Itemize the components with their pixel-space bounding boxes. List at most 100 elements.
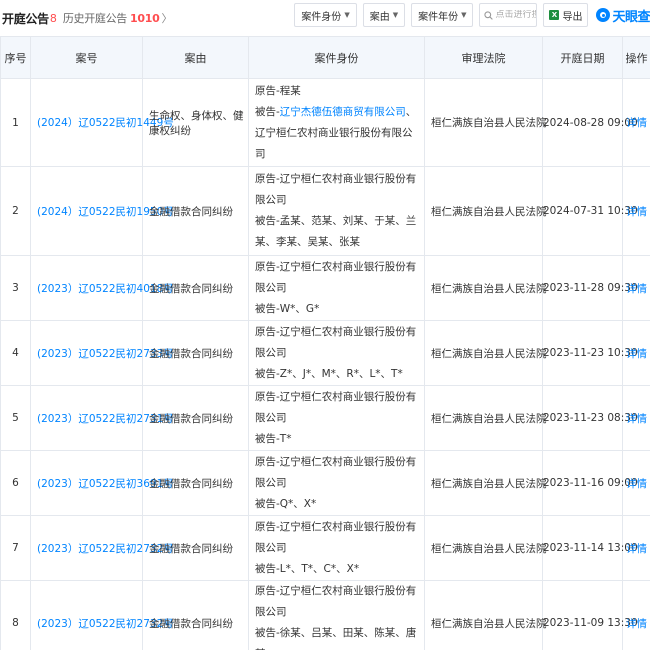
col-header-action: 操作 [622, 36, 650, 79]
logo: 天眼查 [596, 6, 650, 25]
row-index: 6 [0, 450, 31, 516]
col-header-cause: 案由 [142, 36, 249, 79]
hearing-date: 2023-11-23 08:30 [542, 385, 638, 451]
defendant: 被告-Z*、J*、M*、R*、L*、T* [255, 364, 418, 385]
case-parties: 原告-程某 被告-辽宁杰德伍德商贸有限公司、辽宁桓仁农村商业银行股份有限公司 [248, 78, 425, 167]
search-box[interactable] [479, 3, 538, 27]
col-header-case-role: 案件身份 [248, 36, 425, 79]
row-index: 2 [0, 166, 31, 256]
defendant-prefix: 被告- [255, 562, 280, 575]
search-icon [484, 10, 494, 20]
page-title: 开庭公告 [2, 11, 49, 26]
row-index: 7 [0, 515, 31, 581]
defendant-rest: W*、G* [279, 302, 320, 315]
plaintiff: 原告-辽宁桓仁农村商业银行股份有限公司 [255, 260, 417, 294]
detail-link[interactable]: 详情 [622, 385, 650, 451]
history-count: 1010 [130, 12, 160, 25]
filter-case-role-label: 案件身份 [301, 11, 342, 23]
court-name: 桓仁满族自治县人民法院 [424, 255, 547, 321]
defendant-rest: Q*、X* [279, 497, 317, 510]
court-name: 桓仁满族自治县人民法院 [424, 580, 547, 650]
history-link[interactable]: 历史开庭公告 1010 〉 [62, 10, 173, 26]
filter-year-label: 案件年份 [418, 11, 459, 23]
case-number-link[interactable]: (2023）辽0522民初4018号 [30, 255, 174, 321]
detail-link[interactable]: 详情 [622, 450, 650, 516]
col-header-court: 审理法院 [424, 36, 543, 79]
detail-link[interactable]: 详情 [622, 580, 650, 650]
plaintiff: 原告-辽宁桓仁农村商业银行股份有限公司 [255, 325, 417, 359]
defendant: 被告-孟某、范某、刘某、于某、兰某、李某、吴某、张某 [255, 211, 418, 253]
court-name: 桓仁满族自治县人民法院 [424, 515, 547, 581]
row-index: 3 [0, 255, 31, 321]
defendant-prefix: 被告- [255, 432, 280, 445]
table-row: 7 (2023）辽0522民初2732号 金融借款合同纠纷 原告-辽宁桓仁农村商… [0, 515, 650, 581]
table-row: 5 (2023）辽0522民初2731号 金融借款合同纠纷 原告-辽宁桓仁农村商… [0, 385, 650, 451]
detail-link[interactable]: 详情 [622, 255, 650, 321]
case-number-link[interactable]: (2023）辽0522民初2732号 [30, 515, 174, 581]
table-row: 8 (2023）辽0522民初2732号 金融借款合同纠纷 原告-辽宁桓仁农村商… [0, 580, 650, 650]
defendant: 被告-辽宁杰德伍德商贸有限公司、辽宁桓仁农村商业银行股份有限公司 [255, 102, 418, 165]
export-button[interactable]: X 导出 [543, 3, 589, 27]
export-label: 导出 [562, 11, 583, 23]
title-count: 8 [49, 11, 57, 25]
case-cause: 生命权、身体权、健康权纠纷 [142, 78, 249, 167]
plaintiff: 原告-辽宁桓仁农村商业银行股份有限公司 [255, 390, 417, 424]
defendant-prefix: 被告- [255, 302, 280, 315]
table-body: 1 (2024）辽0522民初1449号 生命权、身体权、健康权纠纷 原告-程某… [0, 78, 650, 650]
court-notice-table: 序号 案号 案由 案件身份 审理法院 开庭日期 操作 1 (2024）辽0522… [0, 36, 650, 650]
filter-cause-dropdown[interactable]: 案由 ▼ [362, 3, 406, 27]
filter-year-dropdown[interactable]: 案件年份 ▼ [411, 3, 474, 27]
plaintiff: 原告-辽宁桓仁农村商业银行股份有限公司 [255, 455, 417, 489]
detail-link[interactable]: 详情 [622, 78, 650, 167]
case-parties: 原告-辽宁桓仁农村商业银行股份有限公司 被告-徐某、吕某、田某、陈某、唐某 [248, 580, 425, 650]
defendant: 被告-T* [255, 429, 418, 450]
caret-down-icon: ▼ [392, 11, 399, 19]
case-parties: 原告-辽宁桓仁农村商业银行股份有限公司 被告-L*、T*、C*、X* [248, 515, 425, 581]
hearing-date: 2024-07-31 10:30 [542, 166, 638, 256]
logo-text: 天眼查 [612, 9, 650, 25]
court-name: 桓仁满族自治县人民法院 [424, 385, 547, 451]
defendant-rest: L*、T*、C*、X* [279, 562, 360, 575]
detail-link[interactable]: 详情 [622, 515, 650, 581]
defendant-prefix: 被告- [255, 627, 280, 639]
case-number-link[interactable]: (2023）辽0522民初2731号 [30, 385, 174, 451]
court-name: 桓仁满族自治县人民法院 [424, 450, 547, 516]
case-parties: 原告-辽宁桓仁农村商业银行股份有限公司 被告-孟某、范某、刘某、于某、兰某、李某… [248, 166, 425, 256]
hearing-date: 2023-11-09 13:30 [542, 580, 638, 650]
row-index: 5 [0, 385, 31, 451]
defendant: 被告-L*、T*、C*、X* [255, 559, 418, 580]
case-parties: 原告-辽宁桓仁农村商业银行股份有限公司 被告-T* [248, 385, 425, 451]
table-row: 6 (2023）辽0522民初3691号 金融借款合同纠纷 原告-辽宁桓仁农村商… [0, 450, 650, 516]
case-number-link[interactable]: (2024）辽0522民初1449号 [30, 78, 174, 167]
case-number-link[interactable]: (2023）辽0522民初3691号 [30, 450, 174, 516]
search-input[interactable] [493, 10, 537, 20]
history-label: 历史开庭公告 [62, 12, 128, 25]
case-number-link[interactable]: (2024）辽0522民初1950号 [30, 166, 174, 256]
defendant-rest: 徐某、吕某、田某、陈某、唐某 [255, 627, 417, 650]
case-number-link[interactable]: (2023）辽0522民初2732号 [30, 580, 174, 650]
table-row: 1 (2024）辽0522民初1449号 生命权、身体权、健康权纠纷 原告-程某… [0, 78, 650, 167]
row-index: 4 [0, 320, 31, 386]
col-header-date: 开庭日期 [542, 36, 623, 79]
plaintiff: 原告-辽宁桓仁农村商业银行股份有限公司 [255, 520, 417, 554]
plaintiff: 原告-辽宁桓仁农村商业银行股份有限公司 [255, 173, 417, 206]
defendant-prefix: 被告- [255, 215, 280, 227]
table-row: 2 (2024）辽0522民初1950号 金融借款合同纠纷 原告-辽宁桓仁农村商… [0, 166, 650, 256]
defendant-rest: T* [279, 432, 292, 445]
row-index: 1 [0, 78, 31, 167]
filter-case-role-dropdown[interactable]: 案件身份 ▼ [294, 3, 357, 27]
table-header-row: 序号 案号 案由 案件身份 审理法院 开庭日期 操作 [0, 36, 650, 79]
hearing-date: 2023-11-28 09:30 [542, 255, 638, 321]
top-bar: 开庭公告 8 历史开庭公告1010〉 案件身份▼ 案由▼ 案件年份▼ X导出 天… [0, 0, 650, 36]
detail-link[interactable]: 详情 [622, 166, 650, 256]
table-row: 4 (2023）辽0522民初2733号 金融借款合同纠纷 原告-辽宁桓仁农村商… [0, 320, 650, 386]
case-cause: 金融借款合同纠纷 [142, 385, 249, 451]
case-number-link[interactable]: (2023）辽0522民初2733号 [30, 320, 174, 386]
row-index: 8 [0, 580, 31, 650]
detail-link[interactable]: 详情 [622, 320, 650, 386]
defendant-company-link[interactable]: 辽宁杰德伍德商贸有限公司 [280, 106, 406, 118]
table-row: 3 (2023）辽0522民初4018号 金融借款合同纠纷 原告-辽宁桓仁农村商… [0, 255, 650, 321]
case-cause: 金融借款合同纠纷 [142, 255, 249, 321]
defendant: 被告-W*、G* [255, 299, 418, 320]
toolbar: 案件身份▼ 案由▼ 案件年份▼ X导出 天眼查 [288, 3, 650, 27]
